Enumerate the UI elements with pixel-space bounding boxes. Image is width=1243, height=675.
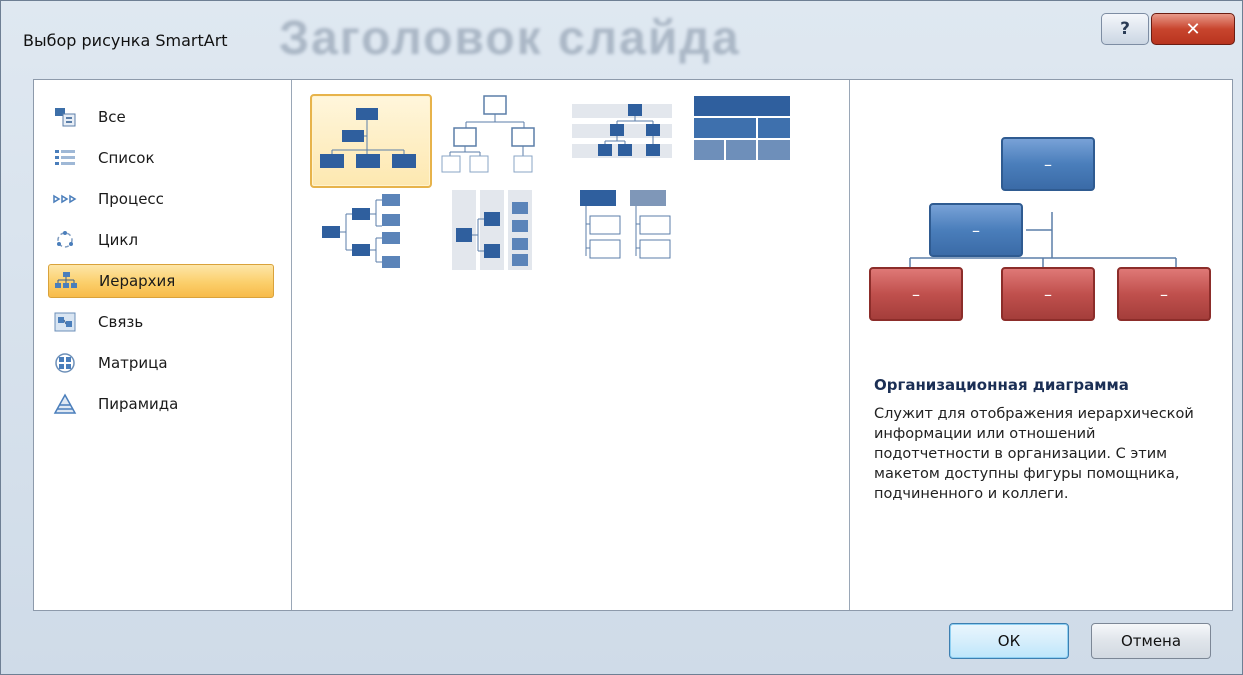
category-list-item[interactable]: Список [48,141,274,175]
title-bar: Заголовок слайда Выбор рисунка SmartArt … [1,1,1242,81]
help-button[interactable]: ? [1101,13,1149,45]
layout-table-hierarchy[interactable] [690,94,812,188]
preview-description: Служит для отображения иерархической инф… [874,406,1194,502]
category-label: Пирамида [98,395,179,413]
pyramid-icon [52,393,78,415]
cycle-icon [52,229,78,251]
ok-button[interactable]: ОК [949,623,1069,659]
category-label: Цикл [98,231,139,249]
preview-sub-box-text: – [1160,285,1168,304]
layout-labeled-hierarchy[interactable] [570,94,692,188]
dialog-content: Все Список Процесс Цикл Иерархия Связь М… [33,79,1233,611]
hierarchy-icon [53,270,79,292]
organization-chart-preview: – – – – – [869,137,1211,321]
category-cycle[interactable]: Цикл [48,223,274,257]
category-matrix[interactable]: Матрица [48,346,274,380]
matrix-icon [52,352,78,374]
category-label: Матрица [98,354,168,372]
layout-organization-chart[interactable] [310,94,432,188]
preview-assistant-box-text: – [972,221,980,240]
dialog-title: Выбор рисунка SmartArt [23,31,228,50]
layout-horizontal-labeled-hierarchy[interactable] [440,188,562,282]
category-label: Список [98,149,155,167]
preview-sub-box-text: – [912,285,920,304]
layout-horizontal-hierarchy[interactable] [310,188,432,282]
process-icon [52,188,78,210]
category-process[interactable]: Процесс [48,182,274,216]
list-icon [52,147,78,169]
all-icon [52,106,78,128]
help-icon: ? [1120,19,1130,39]
close-button[interactable]: ✕ [1151,13,1235,45]
category-list: Все Список Процесс Цикл Иерархия Связь М… [34,80,292,610]
category-label: Все [98,108,126,126]
category-pyramid[interactable]: Пирамида [48,387,274,421]
category-label: Связь [98,313,144,331]
category-label: Процесс [98,190,164,208]
close-icon: ✕ [1185,18,1201,40]
layout-preview: – – – – – Организационная диаграмма Служ… [850,80,1234,610]
background-slide-title: Заголовок слайда [279,12,741,65]
layout-gallery [292,80,850,610]
category-relationship[interactable]: Связь [48,305,274,339]
preview-title: Организационная диаграмма [874,376,1129,394]
relationship-icon [52,311,78,333]
cancel-button[interactable]: Отмена [1091,623,1211,659]
category-hierarchy[interactable]: Иерархия [48,264,274,298]
category-all[interactable]: Все [48,100,274,134]
smartart-dialog: Заголовок слайда Выбор рисунка SmartArt … [0,0,1243,675]
layout-hierarchy[interactable] [440,94,562,188]
preview-sub-box-text: – [1044,285,1052,304]
category-label: Иерархия [99,272,176,290]
layout-hierarchy-list[interactable] [570,188,692,282]
preview-top-box-text: – [1044,155,1052,174]
